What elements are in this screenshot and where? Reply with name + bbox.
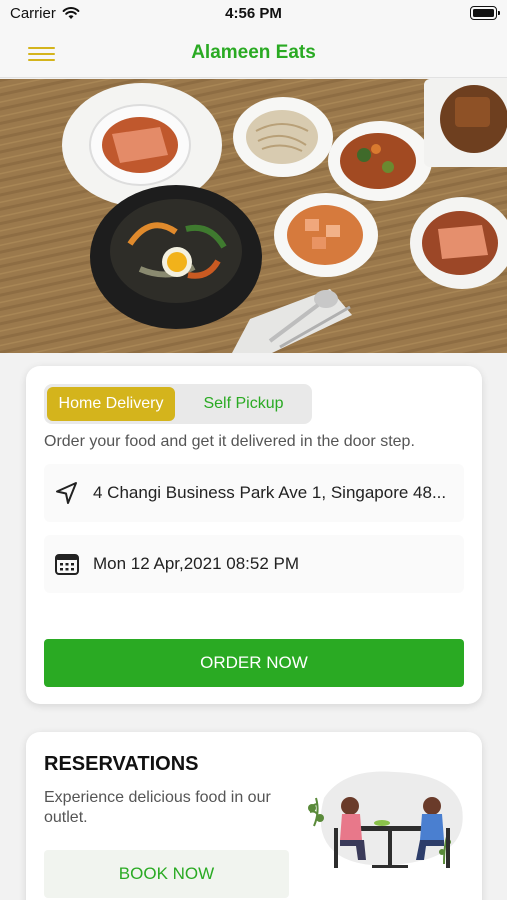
datetime-value: Mon 12 Apr,2021 08:52 PM (93, 554, 300, 573)
calendar-icon (55, 554, 79, 575)
tab-home-delivery[interactable]: Home Delivery (47, 387, 175, 421)
reservations-description: Experience delicious food in our outlet. (44, 789, 271, 826)
app-title: Alameen Eats (191, 42, 316, 63)
reservations-card: RESERVATIONS Experience delicious food i… (26, 732, 482, 900)
delivery-mode-toggle: Home Delivery Self Pickup (44, 384, 312, 424)
reservations-title: RESERVATIONS (44, 753, 199, 775)
datetime-field[interactable]: Mon 12 Apr,2021 08:52 PM (44, 535, 464, 593)
address-field[interactable]: 4 Changi Business Park Ave 1, Singapore … (44, 464, 464, 522)
location-arrow-icon (56, 482, 77, 504)
delivery-description: Order your food and get it delivered in … (44, 433, 415, 450)
order-now-button[interactable]: ORDER NOW (44, 639, 464, 687)
tab-self-pickup[interactable]: Self Pickup (178, 387, 309, 421)
status-time: 4:56 PM (225, 5, 282, 22)
dining-illustration (308, 771, 463, 868)
delivery-card: Home Delivery Self Pickup Order your foo… (26, 366, 482, 704)
battery-icon (470, 6, 500, 20)
book-now-button[interactable]: BOOK NOW (44, 850, 289, 898)
hero-food-image (0, 79, 507, 353)
status-bar: Carrier 4:56 PM (0, 0, 507, 30)
navigation-bar: Alameen Eats (0, 30, 507, 78)
address-value: 4 Changi Business Park Ave 1, Singapore … (93, 483, 447, 502)
